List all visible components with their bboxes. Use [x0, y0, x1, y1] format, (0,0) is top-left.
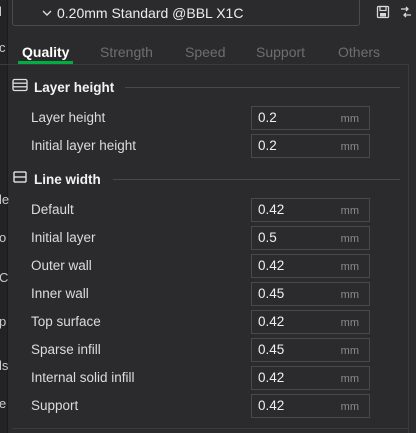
sparse-infill-line-width-input[interactable]: 0.45 mm [251, 338, 370, 362]
section-divider [113, 179, 400, 180]
field-value: 0.42 [258, 258, 285, 273]
left-edge-text: c [0, 40, 6, 55]
inner-wall-line-width-input[interactable]: 0.45 mm [251, 282, 370, 306]
layer-height-input[interactable]: 0.2 mm [251, 106, 370, 130]
process-settings-panel: l c le o C p ls e 0.20mm Standard @BBL X… [0, 0, 416, 433]
tab-strength[interactable]: Strength [100, 44, 153, 60]
preset-selector[interactable]: 0.20mm Standard @BBL X1C [12, 0, 360, 26]
setting-label: Internal solid infill [31, 370, 135, 385]
field-unit: mm [340, 113, 359, 125]
support-line-width-input[interactable]: 0.42 mm [251, 394, 370, 418]
tab-others[interactable]: Others [338, 44, 380, 60]
setting-label: Initial layer height [31, 138, 137, 153]
setting-label: Outer wall [31, 258, 92, 273]
setting-row-top-surface: Top surface 0.42 mm [0, 308, 409, 336]
field-unit: mm [340, 261, 359, 273]
line-width-icon [12, 170, 28, 189]
setting-row-support: Support 0.42 mm [0, 392, 409, 420]
setting-label: Inner wall [31, 286, 89, 301]
section-divider [125, 87, 400, 88]
compare-icon[interactable] [399, 5, 413, 19]
tab-quality[interactable]: Quality [22, 44, 69, 60]
field-value: 0.45 [258, 286, 285, 301]
field-unit: mm [340, 141, 359, 153]
tab-support[interactable]: Support [256, 44, 305, 60]
initial-layer-height-input[interactable]: 0.2 mm [251, 134, 370, 158]
chevron-down-icon [40, 10, 54, 16]
setting-row-default: Default 0.42 mm [0, 196, 409, 224]
setting-label: Support [31, 398, 79, 413]
section-title: Line width [34, 171, 101, 187]
field-value: 0.5 [258, 230, 277, 245]
field-value: 0.42 [258, 370, 285, 385]
left-edge-text: l [0, 4, 2, 19]
setting-row-internal-solid-infill: Internal solid infill 0.42 mm [0, 364, 409, 392]
setting-label: Initial layer [31, 230, 96, 245]
field-unit: mm [340, 205, 359, 217]
field-value: 0.42 [258, 202, 285, 217]
field-value: 0.45 [258, 342, 285, 357]
vertical-scrollbar[interactable] [408, 64, 416, 433]
section-layer-height: Layer height [12, 77, 114, 97]
setting-label: Default [31, 202, 74, 217]
setting-row-layer-height: Layer height 0.2 mm [0, 104, 409, 132]
save-icon[interactable] [376, 5, 390, 19]
field-value: 0.2 [258, 110, 277, 125]
field-unit: mm [340, 317, 359, 329]
tab-speed[interactable]: Speed [185, 44, 225, 60]
setting-row-sparse-infill: Sparse infill 0.45 mm [0, 336, 409, 364]
internal-solid-infill-line-width-input[interactable]: 0.42 mm [251, 366, 370, 390]
initial-layer-line-width-input[interactable]: 0.5 mm [251, 226, 370, 250]
setting-row-initial-layer-height: Initial layer height 0.2 mm [0, 132, 409, 160]
field-value: 0.42 [258, 314, 285, 329]
field-value: 0.2 [258, 138, 277, 153]
setting-label: Sparse infill [31, 342, 101, 357]
field-unit: mm [340, 289, 359, 301]
setting-row-outer-wall: Outer wall 0.42 mm [0, 252, 409, 280]
next-section-divider [12, 428, 409, 429]
top-surface-line-width-input[interactable]: 0.42 mm [251, 310, 370, 334]
layers-icon [12, 78, 28, 97]
setting-row-initial-layer: Initial layer 0.5 mm [0, 224, 409, 252]
field-unit: mm [340, 345, 359, 357]
setting-row-inner-wall: Inner wall 0.45 mm [0, 280, 409, 308]
field-unit: mm [340, 373, 359, 385]
preset-name: 0.20mm Standard @BBL X1C [57, 4, 244, 21]
section-title: Layer height [34, 79, 115, 95]
field-value: 0.42 [258, 398, 285, 413]
default-line-width-input[interactable]: 0.42 mm [251, 198, 370, 222]
setting-label: Layer height [31, 110, 106, 125]
tab-divider [0, 64, 409, 65]
field-unit: mm [340, 233, 359, 245]
field-unit: mm [340, 401, 359, 413]
setting-label: Top surface [31, 314, 101, 329]
outer-wall-line-width-input[interactable]: 0.42 mm [251, 254, 370, 278]
section-line-width: Line width [12, 169, 101, 189]
